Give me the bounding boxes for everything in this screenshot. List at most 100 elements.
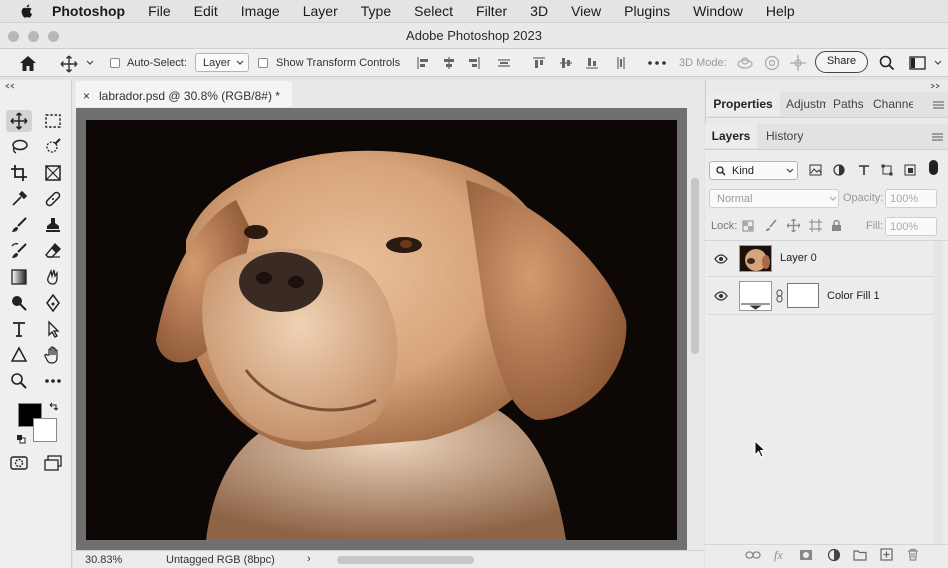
move-tool-preset-icon[interactable] [60,55,78,73]
lock-transparent-pixels-icon[interactable] [742,220,754,232]
3d-pan-icon[interactable] [789,54,807,72]
healing-brush-tool[interactable] [40,188,66,210]
distribute-icon[interactable] [497,56,511,70]
filter-toggle-switch[interactable] [929,160,938,175]
clone-stamp-tool[interactable] [40,214,66,236]
document-tab[interactable]: × labrador.psd @ 30.8% (RGB/8#) * [76,81,292,107]
collapse-dock-icon[interactable] [930,83,940,89]
zoom-level[interactable]: 30.83% [85,554,122,566]
opacity-field[interactable]: 100% [885,189,937,208]
canvas-pasteboard[interactable] [76,108,687,550]
quick-mask-button[interactable] [6,452,32,474]
align-right-icon[interactable] [467,56,481,70]
lasso-tool[interactable] [6,136,32,158]
new-adjustment-layer-icon[interactable] [827,548,841,562]
move-tool[interactable] [6,110,32,132]
layers-scroll-track[interactable] [933,241,943,544]
close-tab-icon[interactable]: × [83,89,90,103]
blend-mode-dropdown[interactable]: Normal [709,189,839,208]
smart-object-filter-icon[interactable] [904,164,916,176]
new-group-folder-icon[interactable] [853,549,867,561]
auto-select-checkbox[interactable] [110,58,120,68]
align-bottom-icon[interactable] [585,56,599,70]
shape-layer-filter-icon[interactable] [881,164,893,176]
eye-visibility-icon[interactable] [714,291,728,301]
add-mask-icon[interactable] [799,549,813,561]
layer-row[interactable]: Layer 0 [707,241,933,277]
layer-name[interactable]: Layer 0 [780,252,817,264]
link-chain-icon[interactable] [776,289,783,303]
lock-artboard-icon[interactable] [809,219,822,232]
layer-filter-dropdown[interactable]: Kind [709,161,798,180]
trash-icon[interactable] [907,548,919,561]
history-brush-tool[interactable] [6,240,32,262]
show-transform-checkbox[interactable] [258,58,268,68]
zoom-tool[interactable] [6,370,32,392]
menu-filter[interactable]: Filter [464,3,518,19]
default-colors-icon[interactable] [16,434,26,444]
hand-tool[interactable] [40,344,66,366]
canvas-image[interactable] [86,120,677,540]
smudge-tool[interactable] [40,266,66,288]
align-top-icon[interactable] [532,56,546,70]
chevron-down-icon[interactable] [934,60,942,66]
menu-view[interactable]: View [559,3,612,19]
panel-menu-icon[interactable] [933,101,944,109]
crop-tool[interactable] [6,162,32,184]
tab-history[interactable]: History [766,124,803,148]
type-tool[interactable] [6,318,32,340]
menu-plugins[interactable]: Plugins [612,3,681,19]
collapse-panel-icon[interactable] [5,83,15,89]
layer-row[interactable]: Color Fill 1 [707,277,933,315]
horizontal-scroll-thumb[interactable] [337,556,474,564]
tab-layers[interactable]: Layers [705,124,757,148]
eraser-tool[interactable] [40,240,66,262]
layer-mask-thumbnail[interactable] [787,283,819,308]
shape-tool[interactable] [6,344,32,366]
frame-tool[interactable] [40,162,66,184]
menu-help[interactable]: Help [754,3,806,19]
menu-type[interactable]: Type [349,3,402,19]
path-selection-tool[interactable] [40,318,66,340]
workspace-icon[interactable] [909,56,927,70]
tab-paths[interactable]: Paths [833,92,864,116]
type-layer-filter-icon[interactable] [858,164,870,176]
gradient-tool[interactable] [6,266,32,288]
background-color-swatch[interactable] [33,418,57,442]
distribute-vertical-icon[interactable] [614,56,628,70]
menu-3d[interactable]: 3D [518,3,559,19]
dodge-tool[interactable] [6,292,32,314]
new-layer-icon[interactable] [880,548,893,561]
tab-adjustments[interactable]: Adjustm [786,92,826,116]
search-icon[interactable] [879,55,895,71]
brush-tool[interactable] [6,214,32,236]
eyedropper-tool[interactable] [6,188,32,210]
edit-toolbar-button[interactable] [40,370,66,392]
quick-selection-tool[interactable] [40,136,66,158]
menu-image[interactable]: Image [229,3,291,19]
3d-roll-icon[interactable] [763,54,781,72]
3d-orbit-icon[interactable] [736,55,754,71]
adjustment-layer-filter-icon[interactable] [833,164,845,176]
menu-app-name[interactable]: Photoshop [52,3,136,19]
menu-edit[interactable]: Edit [182,3,229,19]
lock-position-icon[interactable] [787,219,800,232]
align-middle-icon[interactable] [559,56,573,70]
pen-tool[interactable] [40,292,66,314]
eye-visibility-icon[interactable] [714,254,728,264]
link-layers-icon[interactable] [745,550,761,560]
more-options-icon[interactable] [648,61,666,65]
menu-layer[interactable]: Layer [291,3,349,19]
share-button[interactable]: Share [815,51,868,73]
align-center-icon[interactable] [442,56,456,70]
menu-file[interactable]: File [136,3,182,19]
lock-image-pixels-icon[interactable] [765,219,777,232]
chevron-down-icon[interactable] [86,60,94,66]
menu-select[interactable]: Select [402,3,464,19]
layer-name[interactable]: Color Fill 1 [827,290,880,302]
lock-all-icon[interactable] [831,219,842,232]
align-left-icon[interactable] [416,56,430,70]
home-icon[interactable] [19,55,37,72]
auto-select-dropdown[interactable]: Layer [195,53,249,72]
panel-menu-icon[interactable] [932,133,943,141]
